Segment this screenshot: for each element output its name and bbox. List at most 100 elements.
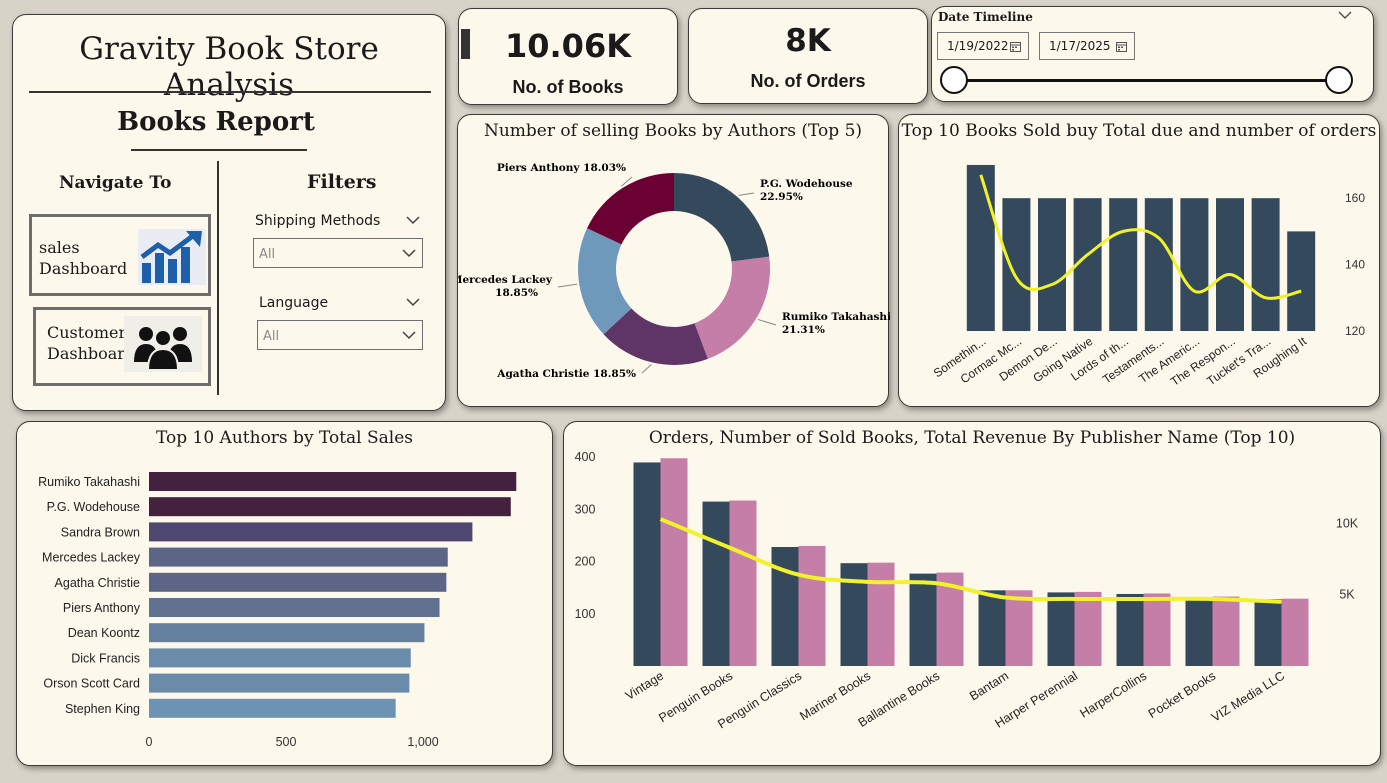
donut-chart: P.G. Wodehouse22.95% Rumiko Takahashi21.3… [458, 162, 890, 380]
x-axis-tick-label: HarperCollins [1077, 669, 1149, 721]
calendar-icon [1116, 42, 1127, 52]
date-timeline-title: Date Timeline [938, 10, 1033, 24]
top-books-combo-chart: 120140160Somethin...Cormac Mc...Demon De… [931, 164, 1365, 389]
author-label: Dick Francis [71, 651, 140, 665]
chevron-down-icon[interactable] [406, 297, 420, 307]
y-left-tick-label: 400 [575, 450, 596, 464]
sold-books-bar [1143, 593, 1171, 666]
author-label: Agatha Christie [55, 576, 141, 590]
date-slider-track[interactable] [952, 79, 1342, 82]
kpi-orders-value: 8K [785, 23, 831, 59]
author-bar [149, 598, 440, 617]
x-axis-tick-label: Bantam [967, 669, 1011, 704]
author-label: Orson Scott Card [43, 677, 140, 691]
sold-books-bar [660, 458, 688, 666]
shipping-methods-value: All [259, 247, 276, 262]
book-bar [1180, 198, 1209, 331]
chevron-down-icon [402, 331, 416, 340]
orders-bar [978, 590, 1006, 666]
kpi-card-books: 10.06K No. of Books [458, 8, 678, 105]
sold-books-bar [1005, 590, 1033, 666]
donut-leader-line [641, 364, 652, 374]
calendar-icon [1010, 42, 1021, 52]
title-divider [29, 91, 431, 93]
report-title: Books Report [117, 107, 315, 137]
author-bar [149, 497, 511, 517]
y-right-tick-label: 10K [1336, 516, 1359, 530]
y-axis-tick-label: 140 [1345, 258, 1365, 272]
book-bar [966, 164, 995, 331]
y-left-tick-label: 300 [575, 502, 596, 516]
sales-dashboard-button[interactable]: sales Dashboard [29, 214, 211, 296]
author-label: Rumiko Takahashi [38, 475, 140, 489]
kpi-books-value: 10.06K [504, 27, 631, 65]
language-dropdown[interactable]: All [257, 320, 423, 350]
customer-dashboard-button[interactable]: Customer Dashboard [33, 307, 211, 386]
x-axis-tick-label: 500 [276, 735, 297, 749]
author-label: Stephen King [65, 702, 140, 716]
shipping-methods-dropdown[interactable]: All [253, 238, 423, 268]
navigate-to-label: Navigate To [59, 173, 172, 193]
author-bar [149, 648, 411, 668]
chevron-down-icon[interactable] [406, 215, 420, 225]
x-axis-tick-label: Pocket Books [1146, 669, 1218, 721]
donut-slice-pct: 21.31% [782, 324, 825, 336]
sold-books-bar [1074, 591, 1102, 666]
author-bar [149, 572, 447, 592]
customer-dashboard-label: Customer Dashboard [47, 323, 136, 363]
orders-bar [771, 546, 799, 666]
sold-books-bar [729, 500, 757, 666]
report-title-divider [131, 149, 307, 151]
author-bar [149, 472, 517, 491]
donut-slice-label: Agatha Christie 18.85% [496, 368, 636, 380]
y-axis-tick-label: 160 [1345, 191, 1365, 205]
donut-slice-label: P.G. Wodehouse [760, 178, 853, 190]
language-value: All [263, 329, 280, 344]
author-label: Mercedes Lackey [42, 551, 141, 565]
authors-donut-chart-panel: Number of selling Books by Authors (Top … [457, 114, 890, 407]
sales-dashboard-label: sales Dashboard [39, 238, 128, 278]
author-bar [149, 522, 473, 542]
donut-slice [694, 256, 770, 359]
author-bar [149, 673, 410, 693]
publisher-combo-chart: 1002003004005K10KVintagePenguin BooksPen… [575, 450, 1359, 731]
orders-bar [1116, 593, 1144, 666]
donut-leader-line [557, 283, 578, 288]
orders-bar [909, 573, 937, 666]
book-bar [1287, 231, 1316, 331]
book-bar [1144, 198, 1173, 331]
author-bar [149, 698, 396, 718]
x-axis-tick-label: Vintage [623, 669, 666, 703]
sales-growth-chart-icon [138, 229, 206, 285]
language-filter-title: Language [259, 295, 329, 311]
date-slider-end-handle[interactable] [1325, 66, 1353, 94]
orders-bar [702, 501, 730, 666]
donut-leader-line [757, 318, 777, 326]
end-date-value: 1/17/2025 [1049, 39, 1111, 53]
date-slider-start-handle[interactable] [940, 66, 968, 94]
donut-slice [674, 173, 770, 262]
chevron-down-icon[interactable] [1338, 11, 1352, 20]
start-date-input[interactable]: 1/19/2022 [937, 32, 1029, 60]
donut-slice-label: Mercedes Lackey [458, 274, 553, 286]
chevron-down-icon [402, 249, 416, 258]
donut-slice-label: Rumiko Takahashi [782, 311, 890, 323]
donut-leader-line [738, 192, 755, 196]
x-axis-tick-label: 0 [146, 735, 153, 749]
kpi-card-orders: 8K No. of Orders [688, 8, 928, 104]
donut-slice-pct: 22.95% [760, 191, 803, 203]
author-label: P.G. Wodehouse [47, 500, 140, 514]
donut-slice-label: Piers Anthony 18.03% [497, 162, 626, 174]
navigation-panel: Gravity Book Store Analysis Books Report… [12, 14, 446, 411]
author-bar [149, 623, 425, 643]
end-date-input[interactable]: 1/17/2025 [1039, 32, 1135, 60]
sold-books-bar [798, 545, 826, 666]
sold-books-bar [1212, 596, 1240, 666]
author-label: Piers Anthony [63, 601, 141, 615]
top-authors-chart-panel: Top 10 Authors by Total Sales Rumiko Tak… [16, 421, 553, 766]
book-bar [1109, 198, 1138, 331]
kpi-books-label: No. of Books [512, 77, 624, 97]
orders-bar [1254, 599, 1282, 666]
filters-label: Filters [307, 171, 377, 193]
customer-group-icon [124, 316, 202, 372]
